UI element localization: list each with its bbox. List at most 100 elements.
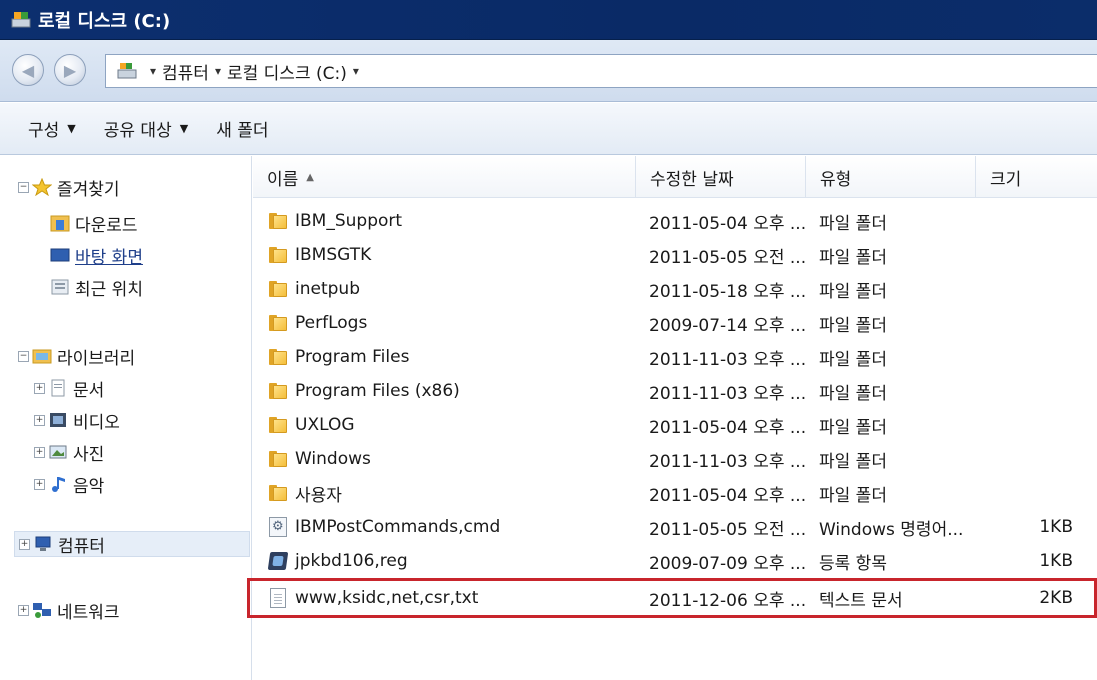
file-row[interactable]: IBMSGTK 2011-05-05 오전 ... 파일 폴더 [253,238,1097,272]
sort-ascending-icon: ▲ [306,171,314,183]
file-row[interactable]: 사용자 2011-05-04 오후 ... 파일 폴더 [253,476,1097,510]
column-header-size[interactable]: 크기 [976,156,1097,198]
text-file-icon [267,587,289,609]
file-row[interactable]: UXLOG 2011-05-04 오후 ... 파일 폴더 [253,408,1097,442]
nav-item-videos[interactable]: + 비디오 [34,407,120,433]
window-title: 로컬 디스크 (C:) [38,10,171,32]
folder-icon [267,482,289,504]
file-type: 파일 폴더 [819,315,887,336]
expand-icon[interactable]: + [34,478,45,490]
file-type: 파일 폴더 [819,213,887,234]
nav-item-desktop[interactable]: 바탕 화면 [50,242,143,268]
pictures-icon [48,443,68,461]
forward-button[interactable]: ▶ [54,54,86,86]
address-row: ◀ ▶ ▾ 컴퓨터 ▾ 로컬 디스크 (C:) ▾ [0,40,1097,102]
nav-item-documents[interactable]: + 문서 [34,375,104,401]
file-name: IBM_Support [295,211,403,231]
breadcrumb-computer[interactable]: 컴퓨터 [162,59,209,84]
nav-favorites-label: 즐겨찾기 [57,179,120,200]
nav-item-downloads[interactable]: 다운로드 [50,210,138,236]
file-size: 1KB [1039,517,1073,537]
share-with-button[interactable]: 공유 대상 ▼ [104,116,188,141]
column-size-label: 크기 [990,169,1022,190]
file-row-highlighted[interactable]: www,ksidc,net,csr,txt 2011-12-06 오후 ... … [247,578,1097,618]
folder-icon [267,312,289,334]
back-button[interactable]: ◀ [12,54,44,86]
file-date: 2011-05-04 오후 ... [649,485,807,506]
file-type: 텍스트 문서 [819,590,903,611]
nav-network[interactable]: + 네트워크 [18,597,120,623]
organize-button[interactable]: 구성 ▼ [28,116,76,141]
nav-libraries-label: 라이브러리 [57,348,136,369]
network-icon [32,601,52,619]
new-folder-button[interactable]: 새 폴더 [216,116,268,141]
column-header-name[interactable]: 이름 ▲ [253,156,636,198]
file-date: 2009-07-09 오후 ... [649,553,807,574]
file-date: 2011-11-03 오후 ... [649,349,807,370]
nav-favorites[interactable]: − 즐겨찾기 [18,174,120,200]
expand-icon[interactable]: + [34,382,45,394]
column-date-label: 수정한 날짜 [650,169,734,190]
file-size: 2KB [1039,588,1073,608]
file-size [997,306,1087,340]
breadcrumb-local-disk[interactable]: 로컬 디스크 (C:) [227,59,347,84]
collapse-icon[interactable]: − [18,181,29,193]
file-row[interactable]: IBMPostCommands,cmd 2011-05-05 오전 ... Wi… [253,510,1097,544]
breadcrumb-separator-icon[interactable]: ▾ [215,64,221,78]
new-folder-label: 새 폴더 [216,121,269,141]
expand-icon[interactable]: + [34,414,45,426]
file-date: 2011-05-04 오후 ... [649,213,807,234]
star-icon [31,177,53,197]
breadcrumb-dropdown-icon[interactable]: ▾ [353,64,359,78]
file-row[interactable]: PerfLogs 2009-07-14 오후 ... 파일 폴더 [253,306,1097,340]
file-type: 파일 폴더 [819,247,887,268]
file-row[interactable]: jpkbd106,reg 2009-07-09 오후 ... 등록 항목 1KB [253,544,1097,578]
file-row[interactable]: IBM_Support 2011-05-04 오후 ... 파일 폴더 [253,204,1097,238]
file-type: 등록 항목 [819,553,887,574]
file-type: 파일 폴더 [819,349,887,370]
nav-item-pictures[interactable]: + 사진 [34,439,104,465]
address-bar[interactable]: ▾ 컴퓨터 ▾ 로컬 디스크 (C:) ▾ [105,54,1097,88]
column-header-type[interactable]: 유형 [806,156,976,198]
folder-icon [267,414,289,436]
file-date: 2011-11-03 오후 ... [649,451,807,472]
library-icon [32,347,52,365]
breadcrumb-separator-icon[interactable]: ▾ [150,64,156,78]
folder-icon [267,448,289,470]
file-name: inetpub [295,279,360,299]
file-row[interactable]: Windows 2011-11-03 오후 ... 파일 폴더 [253,442,1097,476]
file-date: 2009-07-14 오후 ... [649,315,807,336]
file-name: Program Files (x86) [295,381,460,401]
folder-icon [267,210,289,232]
file-name: www,ksidc,net,csr,txt [295,588,479,608]
expand-icon[interactable]: + [18,604,29,616]
desktop-icon [50,246,70,264]
video-icon [48,411,68,429]
file-name: Windows [295,449,371,469]
file-size [997,340,1087,374]
nav-item-music[interactable]: + 음악 [34,471,104,497]
file-list: IBM_Support 2011-05-04 오후 ... 파일 폴더 IBMS… [247,198,1097,680]
file-row[interactable]: Program Files (x86) 2011-11-03 오후 ... 파일… [253,374,1097,408]
file-row[interactable]: Program Files 2011-11-03 오후 ... 파일 폴더 [253,340,1097,374]
column-header-date[interactable]: 수정한 날짜 [636,156,806,198]
expand-icon[interactable]: + [19,538,30,550]
collapse-icon[interactable]: − [18,350,29,362]
command-bar: 구성 ▼ 공유 대상 ▼ 새 폴더 [0,103,1097,155]
cmd-file-icon [267,516,289,538]
nav-libraries[interactable]: − 라이브러리 [18,343,135,369]
folder-icon [267,346,289,368]
column-name-label: 이름 [267,169,299,190]
file-name: 사용자 [295,485,342,506]
drive-icon [10,9,32,31]
file-size [997,476,1087,510]
documents-icon [48,379,68,397]
expand-icon[interactable]: + [34,446,45,458]
file-row[interactable]: inetpub 2011-05-18 오후 ... 파일 폴더 [253,272,1097,306]
nav-computer[interactable]: + 컴퓨터 [14,531,250,557]
file-type: 파일 폴더 [819,451,887,472]
nav-item-recent[interactable]: 최근 위치 [50,274,143,300]
file-name: PerfLogs [295,313,368,333]
file-type: 파일 폴더 [819,383,887,404]
nav-item-label: 비디오 [73,412,120,433]
